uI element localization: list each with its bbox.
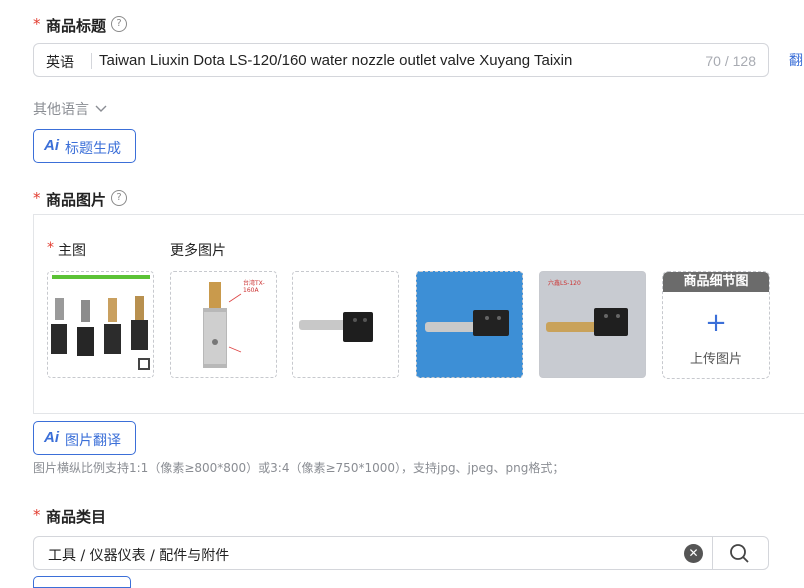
other-languages-toggle[interactable]: 其他语言: [33, 99, 107, 119]
photo-tag: 台湾TX-160A: [243, 280, 265, 294]
image-label: 商品图片: [46, 191, 107, 209]
more-images-label: 更多图片: [170, 243, 226, 259]
image-translate-button[interactable]: Ai 图片翻译: [33, 421, 136, 455]
more-image-2[interactable]: [292, 271, 399, 378]
title-generate-button[interactable]: Ai 标题生成: [33, 129, 136, 163]
more-image-4[interactable]: 六鑫LS-120: [539, 271, 646, 378]
question-circle-icon[interactable]: ?: [111, 16, 127, 32]
clear-icon[interactable]: ✕: [684, 544, 703, 563]
translate-link[interactable]: 翻: [789, 50, 803, 70]
chevron-down-icon: [95, 105, 107, 112]
main-image[interactable]: [47, 271, 154, 378]
ai-icon: Ai: [44, 137, 59, 154]
product-photo: [417, 272, 522, 377]
required-mark: *: [33, 15, 41, 33]
photo-tag: 六鑫LS-120: [548, 280, 581, 287]
category-label: 商品类目: [46, 508, 107, 526]
main-image-label: 主图: [58, 243, 86, 259]
question-circle-icon[interactable]: ?: [111, 190, 127, 206]
title-input[interactable]: 英语 Taiwan Liuxin Dota LS-120/160 water n…: [33, 43, 769, 77]
more-image-1[interactable]: 台湾TX-160A: [170, 271, 277, 378]
required-mark: *: [33, 506, 41, 524]
image-hint: 图片横纵比例支持1:1（像素≥800*800）或3:4（像素≥750*1000）…: [33, 461, 565, 475]
divider: [91, 53, 92, 69]
upload-label: 上传图片: [689, 352, 742, 367]
partial-button[interactable]: [33, 576, 131, 588]
required-mark: *: [47, 240, 54, 256]
category-input[interactable]: 工具 / 仪器仪表 / 配件与附件 ✕: [33, 536, 713, 570]
image-translate-label: 图片翻译: [65, 433, 121, 449]
char-counter: 70 / 128: [705, 53, 756, 69]
more-image-3[interactable]: [416, 271, 523, 378]
product-photo: [299, 312, 373, 342]
required-mark: *: [33, 189, 41, 207]
upload-detail-image[interactable]: 商品细节图 + 上传图片: [662, 271, 770, 379]
search-icon: [730, 544, 749, 563]
product-photo: [540, 272, 645, 377]
title-value[interactable]: Taiwan Liuxin Dota LS-120/160 water nozz…: [99, 52, 572, 69]
detail-image-header: 商品细节图: [663, 272, 769, 292]
language-label: 英语: [46, 55, 74, 71]
ai-icon: Ai: [44, 429, 59, 446]
plus-icon: +: [705, 308, 727, 338]
category-search-button[interactable]: [712, 536, 769, 570]
other-languages-label: 其他语言: [33, 102, 89, 118]
title-generate-label: 标题生成: [65, 141, 121, 157]
product-photo: [51, 275, 150, 370]
title-label: 商品标题: [46, 17, 107, 35]
category-value: 工具 / 仪器仪表 / 配件与附件: [48, 548, 230, 564]
